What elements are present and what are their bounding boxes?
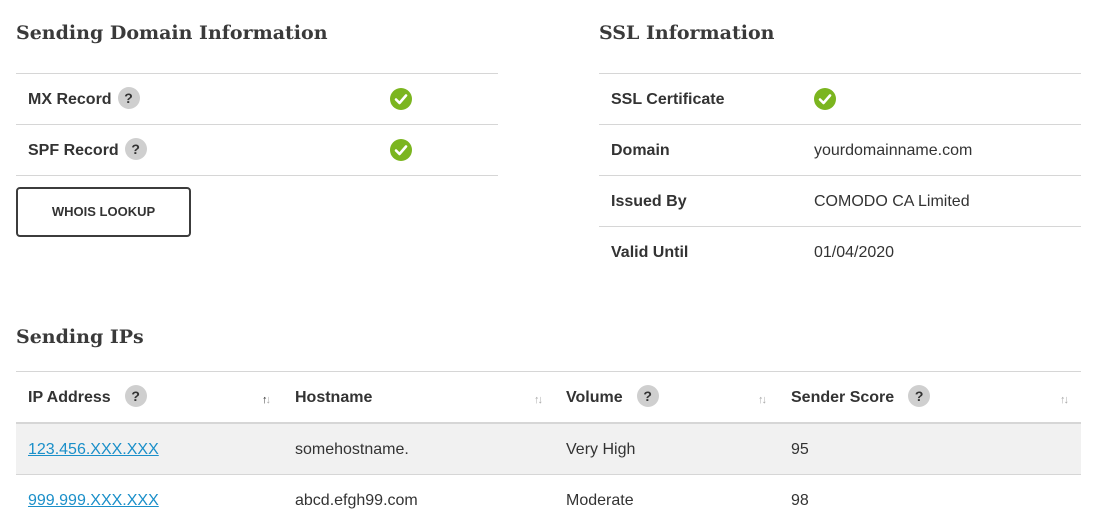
ssl-domain-row: Domain yourdomainname.com (599, 125, 1081, 176)
ssl-certificate-label: SSL Certificate (611, 91, 725, 108)
column-label-hostname: Hostname (295, 389, 373, 406)
check-circle-icon (390, 88, 412, 110)
whois-lookup-button[interactable]: WHOIS LOOKUP (16, 187, 191, 237)
ip-address-link[interactable]: 123.456.XXX.XXX (28, 441, 159, 458)
mx-record-label-wrap: MX Record? (28, 74, 140, 125)
sending-ips-title: Sending IPs (16, 326, 144, 348)
column-header-ip-address[interactable]: IP Address? (28, 372, 147, 424)
check-circle-icon (814, 88, 836, 110)
mx-record-label: MX Record (28, 91, 112, 108)
sender-score-cell: 95 (791, 441, 809, 458)
sort-down-arrow: ↓ (537, 394, 543, 406)
ssl-certificate-row: SSL Certificate (599, 74, 1081, 125)
sort-arrows-icon[interactable]: ↑↓ (758, 394, 767, 406)
sort-down-arrow: ↓ (265, 394, 271, 406)
ssl-info-table: SSL Certificate Domain yourdomainname.co… (599, 73, 1081, 278)
question-circle-icon[interactable]: ? (117, 86, 140, 109)
column-header-sender-score[interactable]: Sender Score? (791, 372, 931, 424)
ssl-issued-by-label: Issued By (611, 193, 687, 210)
question-circle-icon[interactable]: ? (124, 384, 147, 407)
column-label-ip-address: IP Address (28, 389, 111, 406)
spf-record-row: SPF Record? (16, 125, 498, 176)
column-label-sender-score: Sender Score (791, 389, 895, 406)
volume-cell: Moderate (566, 492, 634, 509)
ssl-valid-until-label: Valid Until (611, 244, 689, 261)
table-row: 123.456.XXX.XXX somehostname. Very High … (16, 424, 1081, 475)
volume-cell: Very High (566, 441, 636, 458)
ssl-issued-by-row: Issued By COMODO CA Limited (599, 176, 1081, 227)
mx-record-row: MX Record? (16, 74, 498, 125)
ip-address-cell: 123.456.XXX.XXX (28, 424, 159, 475)
question-circle-icon[interactable]: ? (908, 384, 931, 407)
sender-score-cell: 98 (791, 492, 809, 509)
spf-record-label: SPF Record (28, 142, 119, 159)
ssl-info-title: SSL Information (599, 22, 775, 44)
sort-arrows-icon[interactable]: ↑↓ (534, 394, 543, 406)
check-circle-icon (390, 139, 412, 161)
question-circle-icon[interactable]: ? (124, 137, 147, 160)
ssl-valid-until-row: Valid Until 01/04/2020 (599, 227, 1081, 278)
ssl-domain-value: yourdomainname.com (814, 142, 973, 159)
ip-address-cell: 999.999.XXX.XXX (28, 475, 159, 526)
question-circle-icon[interactable]: ? (636, 384, 659, 407)
spf-record-label-wrap: SPF Record? (28, 125, 147, 176)
sort-down-arrow: ↓ (761, 394, 767, 406)
sort-arrows-icon[interactable]: ↑↓ (262, 394, 271, 406)
sending-ips-table: IP Address? ↑↓ Hostname ↑↓ Volume? ↑↓ Se… (16, 371, 1081, 526)
column-header-volume[interactable]: Volume? (566, 372, 659, 424)
column-label-volume: Volume (566, 389, 623, 406)
hostname-cell: abcd.efgh99.com (295, 492, 418, 509)
sort-arrows-icon[interactable]: ↑↓ (1060, 394, 1069, 406)
domain-info-title: Sending Domain Information (16, 22, 328, 44)
ssl-valid-until-value: 01/04/2020 (814, 244, 895, 261)
table-header-row: IP Address? ↑↓ Hostname ↑↓ Volume? ↑↓ Se… (16, 372, 1081, 424)
hostname-cell: somehostname. (295, 441, 409, 458)
domain-info-table: MX Record? SPF Record? (16, 73, 498, 176)
ssl-issued-by-value: COMODO CA Limited (814, 193, 970, 210)
sort-down-arrow: ↓ (1063, 394, 1069, 406)
ip-address-link[interactable]: 999.999.XXX.XXX (28, 492, 159, 509)
ssl-domain-label: Domain (611, 142, 670, 159)
column-header-hostname[interactable]: Hostname (295, 372, 372, 424)
table-row: 999.999.XXX.XXX abcd.efgh99.com Moderate… (16, 475, 1081, 526)
